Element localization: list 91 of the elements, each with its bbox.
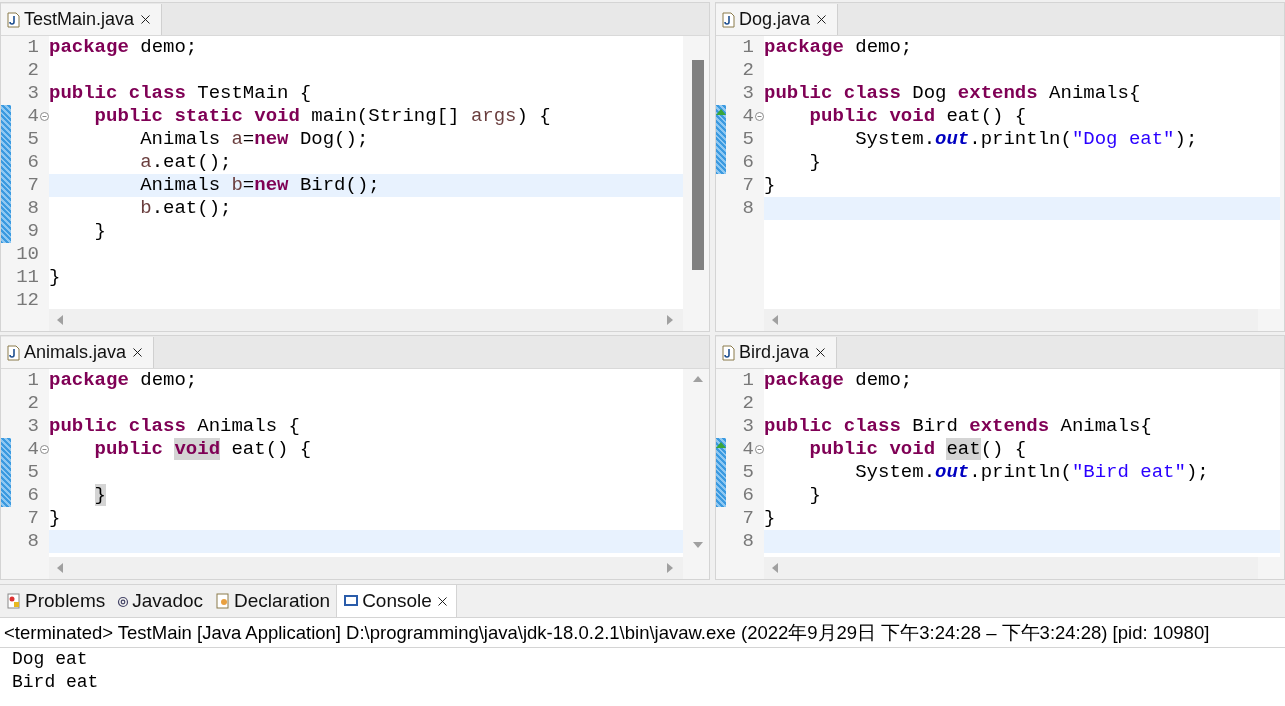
code-line: }: [764, 507, 777, 530]
code-line: System.out.println("Bird eat");: [854, 461, 1210, 484]
horizontal-scrollbar[interactable]: [764, 309, 1258, 331]
view-tab[interactable]: Javadoc: [111, 585, 210, 617]
line-number: 3: [741, 82, 754, 105]
line-number: 8: [741, 530, 754, 553]
at-sign-icon: [117, 594, 130, 608]
line-number: 1: [741, 36, 754, 59]
code-line: public void eat() {: [808, 105, 1028, 128]
line-number: 3: [741, 415, 754, 438]
collapse-icon[interactable]: [754, 112, 764, 121]
line-number: 4: [26, 438, 39, 461]
view-tab[interactable]: Problems: [0, 585, 112, 617]
console-output-line: Dog eat: [11, 648, 89, 671]
code-line: public void eat() {: [808, 438, 1028, 461]
line-number: 3: [26, 415, 39, 438]
code-line: public class Dog extends Animals{: [764, 82, 1142, 105]
line-number: 1: [26, 36, 39, 59]
line-number: 4: [26, 105, 39, 128]
java-file-icon: [722, 11, 735, 28]
code-line: b.eat();: [139, 197, 233, 220]
collapse-icon[interactable]: [754, 445, 764, 454]
line-number: 2: [26, 392, 39, 415]
line-number: 5: [26, 461, 39, 484]
code-line: package demo;: [49, 369, 199, 392]
line-number: 11: [15, 266, 39, 289]
view-tab[interactable]: Console: [336, 585, 457, 617]
code-line: public static void main(String[] args) {: [93, 105, 552, 128]
horizontal-scrollbar[interactable]: [764, 557, 1258, 579]
code-area[interactable]: package demo; public class Bird extends Animals{ public void eat() { System.out.println("Bird eat"); } }: [764, 369, 1280, 557]
code-area[interactable]: package demo; public class Dog extends Animals{ public void eat() { System.out.println("Dog eat"); } }: [764, 36, 1280, 309]
horizontal-scrollbar[interactable]: [49, 309, 683, 331]
code-area[interactable]: package demo; public class Animals { public void eat() { } }: [49, 369, 683, 557]
line-number: 1: [741, 369, 754, 392]
code-line: package demo;: [49, 36, 199, 59]
line-number: 2: [741, 59, 754, 82]
line-number: 2: [741, 392, 754, 415]
java-file-icon: [7, 344, 20, 361]
line-number: 6: [741, 484, 754, 507]
editor-tab[interactable]: Animals.java: [1, 337, 155, 368]
code-line: }: [764, 174, 777, 197]
line-number: 2: [26, 59, 39, 82]
code-area[interactable]: package demo; public class TestMain { public static void main(String[] args) { Animals a=new Dog(); a.eat(); Animals b=new Bird(); b.eat(); } }: [49, 36, 683, 309]
problems-icon: [6, 593, 22, 609]
line-number: 4: [741, 438, 754, 461]
line-number: 8: [26, 197, 39, 220]
code-line: }: [93, 220, 107, 243]
line-number: 6: [26, 151, 39, 174]
line-number: 6: [741, 151, 754, 174]
code-line: }: [808, 151, 822, 174]
line-number: 12: [15, 289, 39, 309]
view-tab[interactable]: Declaration: [209, 585, 337, 617]
java-file-icon: [7, 11, 20, 28]
code-line: }: [49, 507, 62, 530]
code-line: package demo;: [764, 36, 914, 59]
line-number: 1: [26, 369, 39, 392]
line-number: 5: [741, 461, 754, 484]
declaration-icon: [215, 593, 232, 609]
code-line: Animals a=new Dog();: [139, 128, 370, 151]
code-line: public class Animals {: [49, 415, 301, 438]
code-line: }: [49, 266, 62, 289]
line-number: 6: [26, 484, 39, 507]
editor-tab[interactable]: Dog.java: [716, 4, 839, 35]
line-number: 8: [26, 530, 39, 553]
code-line: package demo;: [764, 369, 914, 392]
line-number: 8: [741, 197, 754, 220]
line-number: 9: [26, 220, 39, 243]
line-number: 4: [741, 105, 754, 128]
horizontal-scrollbar[interactable]: [49, 557, 683, 579]
console-status: <terminated> TestMain [Java Application] D:\programming\java\jdk-18.0.2.1\bin\javaw.exe (2022年9月29日 下午3:24:28 – 下午3:24:28) [pid: 10980]: [0, 618, 1285, 648]
console-icon: [343, 593, 360, 609]
collapse-icon[interactable]: [39, 445, 49, 454]
java-file-icon: [722, 344, 735, 361]
line-number: 7: [26, 174, 39, 197]
code-line: }: [808, 484, 822, 507]
editor-tab[interactable]: Bird.java: [716, 337, 838, 368]
editor-tab[interactable]: TestMain.java: [1, 4, 163, 35]
code-line: a.eat();: [139, 151, 233, 174]
line-number: 5: [741, 128, 754, 151]
code-line: System.out.println("Dog eat");: [854, 128, 1199, 151]
code-line: public void eat() {: [93, 438, 313, 461]
code-line: public class Bird extends Animals{: [764, 415, 1153, 438]
collapse-icon[interactable]: [39, 112, 49, 121]
line-number: 7: [741, 507, 754, 530]
line-number: 3: [26, 82, 39, 105]
line-number: 5: [26, 128, 39, 151]
line-number: 10: [15, 243, 39, 266]
line-number: 7: [741, 174, 754, 197]
console-output-line: Bird eat: [11, 671, 100, 694]
line-number: 7: [26, 507, 39, 530]
code-line: public class TestMain {: [49, 82, 313, 105]
